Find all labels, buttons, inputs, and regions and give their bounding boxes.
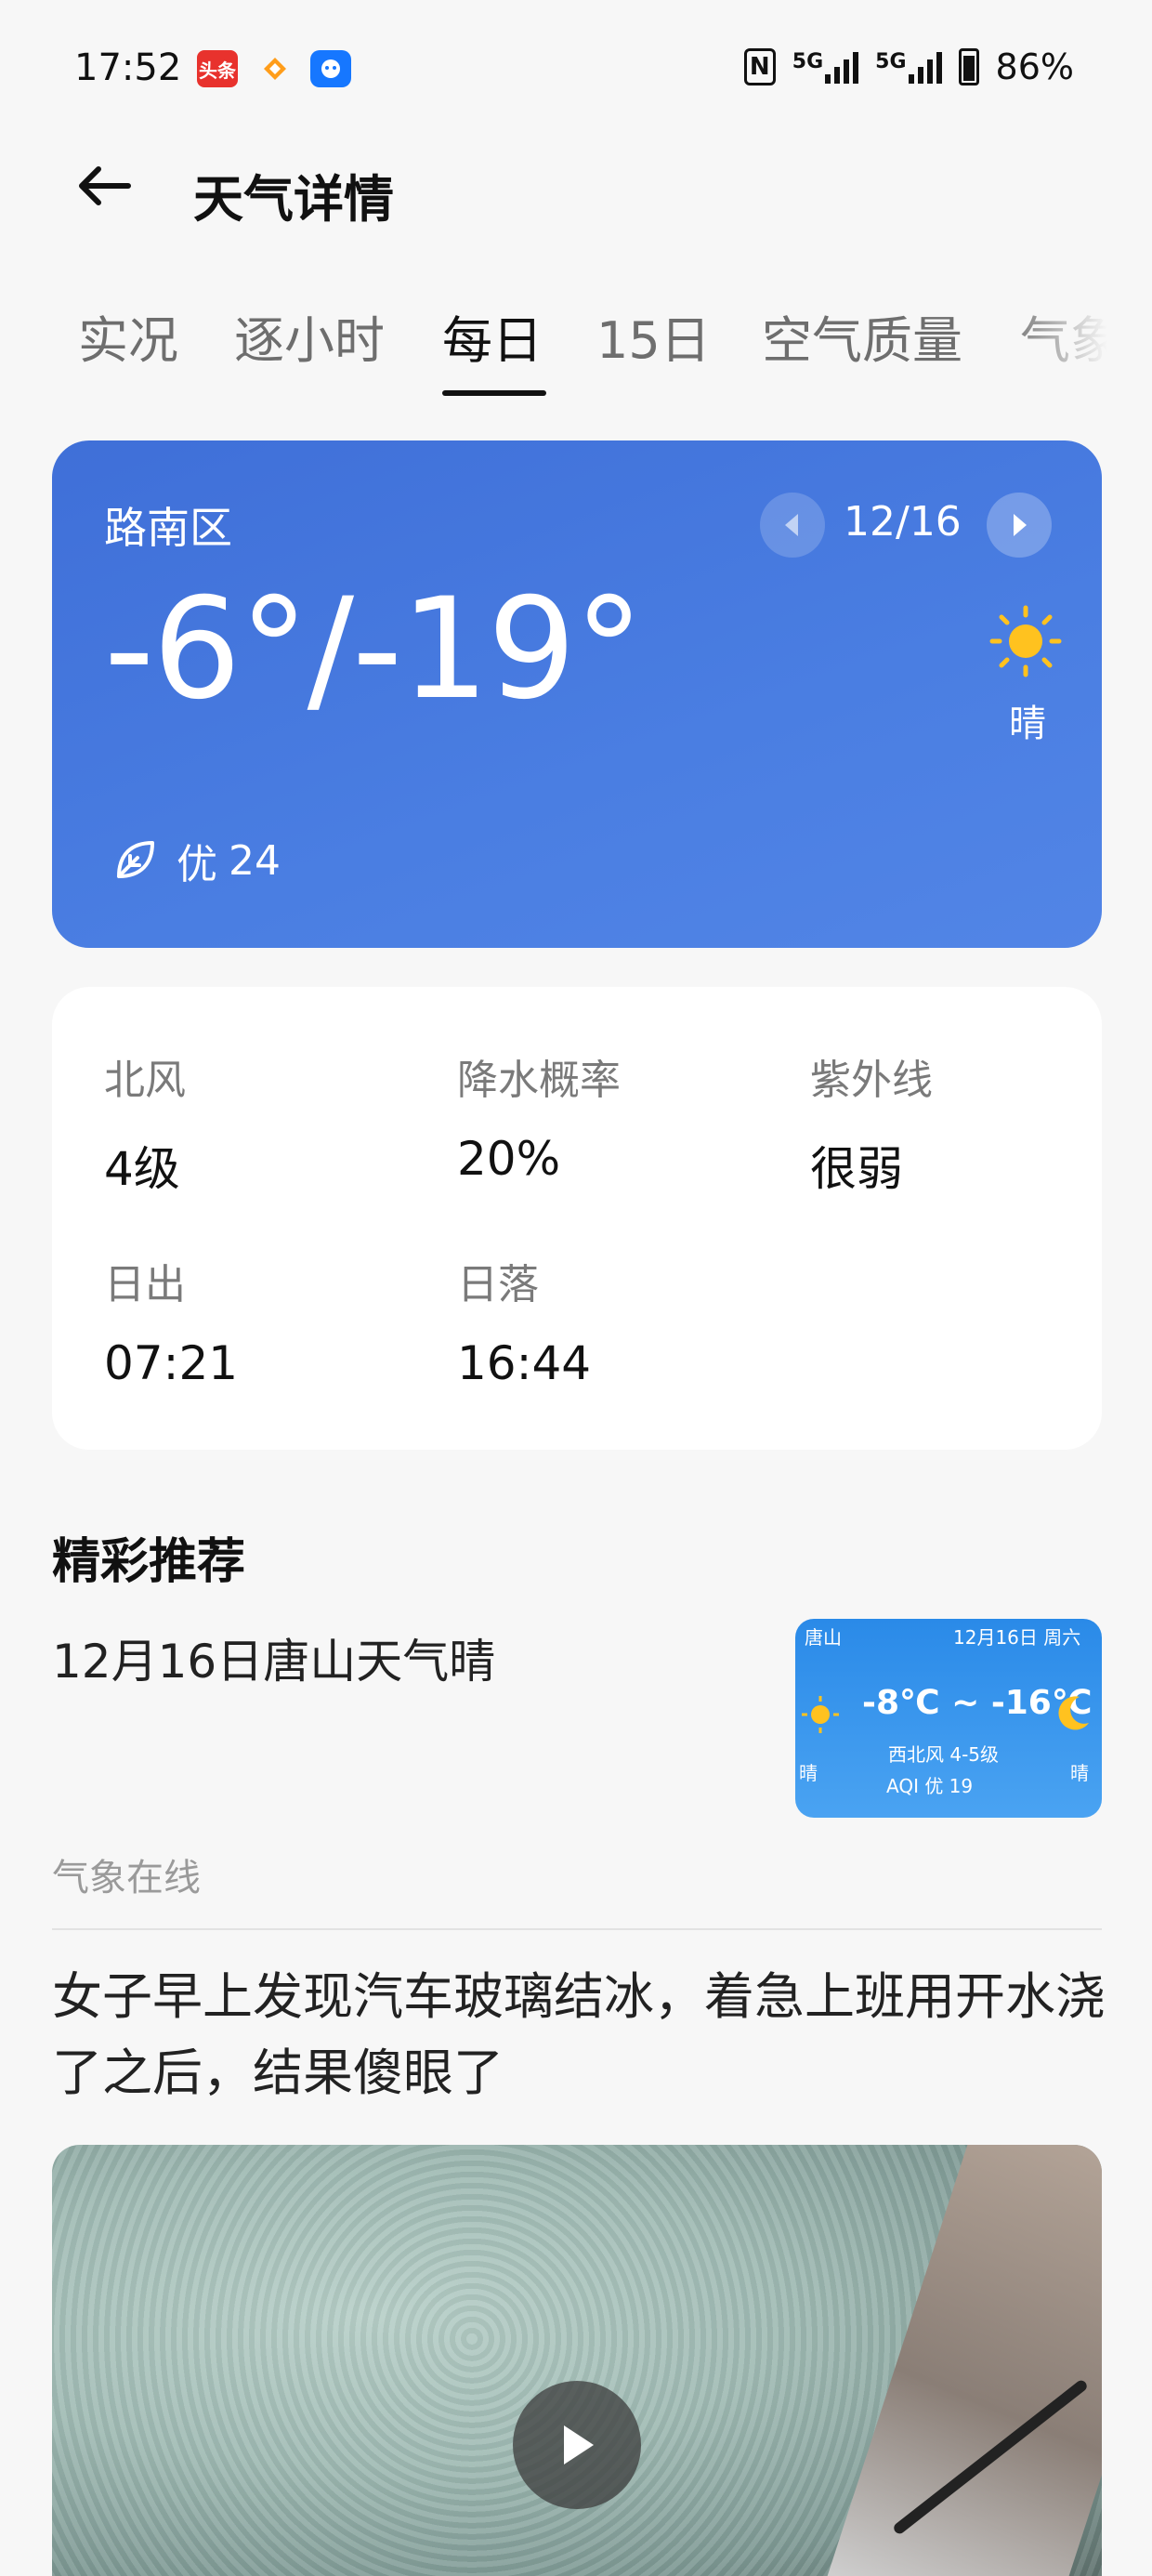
app-notification-icon [255, 50, 295, 87]
sunrise-value: 07:21 [104, 1336, 239, 1390]
tab-daily[interactable]: 每日 [442, 299, 543, 373]
nfc-icon: N [743, 48, 776, 85]
divider [52, 1928, 1102, 1930]
page-title: 天气详情 [193, 170, 394, 229]
back-button[interactable] [67, 149, 141, 223]
thumb-date: 12月16日 周六 [953, 1626, 1081, 1649]
recommend-source: 气象在线 [52, 1857, 201, 1899]
precipitation-label: 降水概率 [457, 1057, 621, 1104]
status-indicators: N 5G 5G 86% [743, 46, 1074, 87]
signal-2-icon: 5G [875, 50, 942, 84]
thumb-right-cond: 晴 [1070, 1762, 1089, 1784]
wind-label: 北风 [104, 1057, 186, 1104]
status-time: 17:52 [74, 46, 182, 89]
sunset-label: 日落 [457, 1261, 539, 1308]
wind-item: 北风 4级 [104, 1046, 186, 1199]
precipitation-item: 降水概率 20% [457, 1046, 621, 1186]
condition-label: 晴 [1009, 703, 1046, 745]
thumb-city: 唐山 [805, 1626, 842, 1649]
previous-day-button[interactable] [760, 493, 825, 558]
uv-item: 紫外线 很弱 [810, 1046, 933, 1199]
arrow-left-icon [79, 166, 131, 205]
thumb-wind: 西北风 4-5级 [888, 1743, 1000, 1766]
tab-realtime[interactable]: 实况 [78, 299, 178, 373]
next-day-button[interactable] [987, 493, 1052, 558]
article-title[interactable]: 女子早上发现汽车玻璃结冰，着急上班用开水浇了之后，结果傻眼了 [52, 1959, 1111, 2111]
sunrise-item: 日出 07:21 [104, 1251, 238, 1390]
aqi-level: 优 [177, 841, 217, 888]
sunrise-label: 日出 [104, 1261, 186, 1308]
chevron-right-icon [1014, 514, 1027, 536]
article-video-thumbnail[interactable] [52, 2145, 1102, 2576]
sunset-item: 日落 16:44 [457, 1251, 591, 1390]
play-icon [564, 2425, 594, 2464]
network-type-2: 5G [875, 50, 907, 73]
uv-label: 紫外线 [810, 1057, 933, 1104]
uv-value: 很弱 [810, 1142, 903, 1196]
tab-hourly[interactable]: 逐小时 [234, 299, 385, 373]
thumb-moon-icon [1058, 1696, 1089, 1730]
aqi-summary[interactable]: 优 24 [110, 831, 281, 890]
signal-1-icon: 5G [792, 50, 859, 84]
network-type-1: 5G [792, 50, 824, 73]
thumb-aqi: AQI 优 19 [886, 1775, 974, 1797]
precipitation-value: 20% [457, 1132, 561, 1186]
active-tab-indicator [442, 390, 546, 396]
chevron-left-icon [785, 514, 798, 536]
leaf-icon [117, 841, 154, 878]
status-bar: 17:52 头条 N 5G 5G 86% [0, 0, 1152, 139]
date-label: 12/16 [844, 498, 962, 545]
assistant-notification-icon [310, 50, 351, 87]
recommend-headline[interactable]: 12月16日唐山天气晴 [52, 1624, 495, 1691]
temperature-range: -6°/-19° [104, 569, 644, 730]
aqi-value: 24 [229, 836, 281, 885]
thumb-sun-icon [802, 1696, 839, 1733]
play-button[interactable] [513, 2381, 641, 2509]
tab-air-quality[interactable]: 空气质量 [762, 299, 962, 373]
sun-icon [989, 605, 1062, 677]
weather-details-card: 北风 4级 降水概率 20% 紫外线 很弱 日出 07:21 日落 16:44 [52, 987, 1102, 1450]
thumb-left-cond: 晴 [799, 1762, 818, 1784]
recommend-section-title: 精彩推荐 [52, 1534, 246, 1590]
location-label: 路南区 [104, 503, 232, 553]
wind-value: 4级 [104, 1142, 180, 1196]
battery-percent: 86% [995, 46, 1074, 87]
weather-summary-card: 路南区 12/16 -6°/-19° 晴 优 24 [52, 440, 1102, 948]
tab-15day[interactable]: 15日 [596, 299, 711, 373]
battery-icon [958, 48, 979, 85]
toutiao-notification-icon: 头条 [197, 50, 238, 87]
sunset-value: 16:44 [457, 1336, 592, 1390]
tab-fade-overlay [1003, 279, 1152, 390]
recommend-thumbnail[interactable]: 唐山 12月16日 周六 -8℃ ~ -16℃ 西北风 4-5级 AQI 优 1… [795, 1619, 1102, 1818]
